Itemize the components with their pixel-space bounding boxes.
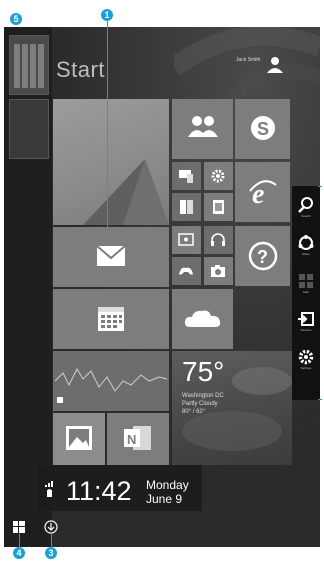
- callout-4: 4: [13, 547, 25, 559]
- tile-small-2[interactable]: [204, 162, 233, 190]
- charm-search[interactable]: Search: [293, 196, 319, 226]
- windows-start-button[interactable]: [12, 520, 26, 534]
- help-icon: ?: [248, 241, 278, 271]
- user-icon: [267, 57, 283, 73]
- calendar-icon: [98, 307, 124, 331]
- status-icons: [45, 481, 53, 497]
- tile-small-1[interactable]: [172, 162, 201, 190]
- tile-desktop[interactable]: [53, 99, 169, 225]
- camera-roll-icon: [178, 233, 194, 246]
- all-apps-button[interactable]: [44, 520, 58, 534]
- clock-time: 11:42: [66, 476, 132, 506]
- charm-devices-label: Devices: [300, 328, 312, 332]
- games-icon: [179, 267, 193, 275]
- gear-icon: [211, 169, 225, 183]
- svg-text:?: ?: [257, 247, 268, 267]
- charm-devices[interactable]: Devices: [293, 310, 319, 340]
- tile-skype[interactable]: S: [235, 99, 290, 159]
- app-thumbnail-start[interactable]: [9, 35, 49, 95]
- avatar[interactable]: [265, 54, 285, 74]
- tile-small-6[interactable]: [204, 226, 233, 254]
- charms-bracket-top: [318, 186, 322, 187]
- callout-3-line: [51, 534, 52, 547]
- charm-start-label: Start: [302, 290, 310, 294]
- skype-icon: S: [251, 116, 275, 140]
- tile-people[interactable]: [172, 99, 233, 159]
- windows-logo-icon: [13, 521, 25, 533]
- weather-condition: Partly Cloudy: [182, 401, 218, 407]
- clock-date: Monday June 9: [146, 478, 189, 506]
- weather-place: Washington DC: [182, 393, 224, 399]
- weather-details: Washington DC Partly Cloudy 80° / 62°: [182, 392, 224, 416]
- weather-temperature: 75°: [182, 356, 225, 387]
- charm-share-label: Share: [301, 252, 310, 256]
- tile-small-7[interactable]: [172, 257, 201, 285]
- tile-onenote[interactable]: N: [107, 413, 169, 465]
- photos-icon: [66, 426, 92, 450]
- callout-1: 1: [101, 9, 113, 21]
- onedrive-icon: [184, 310, 221, 327]
- share-icon: [298, 235, 314, 250]
- tile-finance[interactable]: [53, 351, 169, 411]
- charm-search-label: Search: [301, 214, 311, 218]
- tile-mail[interactable]: [53, 227, 169, 287]
- charms-bracket-bottom: [318, 399, 322, 400]
- tile-small-3[interactable]: [172, 193, 201, 221]
- charm-share[interactable]: Share: [293, 234, 319, 264]
- tile-onedrive[interactable]: [172, 289, 233, 349]
- mail-icon: [96, 245, 126, 266]
- headphones-icon: [211, 233, 225, 246]
- tile-small-8[interactable]: [204, 257, 233, 285]
- svg-text:S: S: [257, 119, 269, 139]
- clock-weekday: Monday: [146, 478, 189, 492]
- devices-icon: [298, 312, 314, 326]
- people-icon: [188, 116, 218, 137]
- thumbnail-tiles: [14, 44, 44, 88]
- tile-calendar[interactable]: [53, 289, 169, 349]
- tile-small-5[interactable]: [172, 226, 201, 254]
- tile-photos[interactable]: [53, 413, 105, 465]
- search-icon: [298, 197, 313, 213]
- settings-icon: [298, 349, 314, 365]
- weather-range: 80° / 62°: [182, 409, 206, 415]
- down-arrow-icon: [44, 520, 58, 534]
- finance-chart-graphic: [54, 367, 168, 403]
- charm-settings-label: Settings: [300, 366, 312, 370]
- callout-4-line: [19, 534, 20, 547]
- onenote-icon: N: [124, 426, 151, 450]
- windows-icon: [299, 274, 313, 288]
- reader-icon: [180, 200, 193, 214]
- callout-3: 3: [45, 547, 57, 559]
- charm-start[interactable]: Start: [293, 272, 319, 302]
- charm-settings[interactable]: Settings: [293, 348, 319, 378]
- callout-1-line: [107, 21, 108, 245]
- tile-internet-explorer[interactable]: e: [235, 162, 290, 222]
- page-title: Start: [56, 57, 105, 82]
- user-name: Jack Smith: [236, 57, 261, 63]
- clock-day: June 9: [146, 492, 183, 506]
- camera-icon: [211, 265, 225, 277]
- internet-explorer-icon: e: [249, 179, 277, 207]
- callout-5: 5: [10, 13, 22, 25]
- document-icon: [213, 200, 224, 214]
- tile-small-4[interactable]: [204, 193, 233, 221]
- app-thumbnail-2[interactable]: [9, 99, 49, 159]
- desktop-wallpaper-graphic: [83, 159, 169, 225]
- svg-text:N: N: [127, 432, 136, 447]
- computer-icon: [179, 170, 193, 183]
- tile-help-tips[interactable]: ?: [235, 226, 290, 286]
